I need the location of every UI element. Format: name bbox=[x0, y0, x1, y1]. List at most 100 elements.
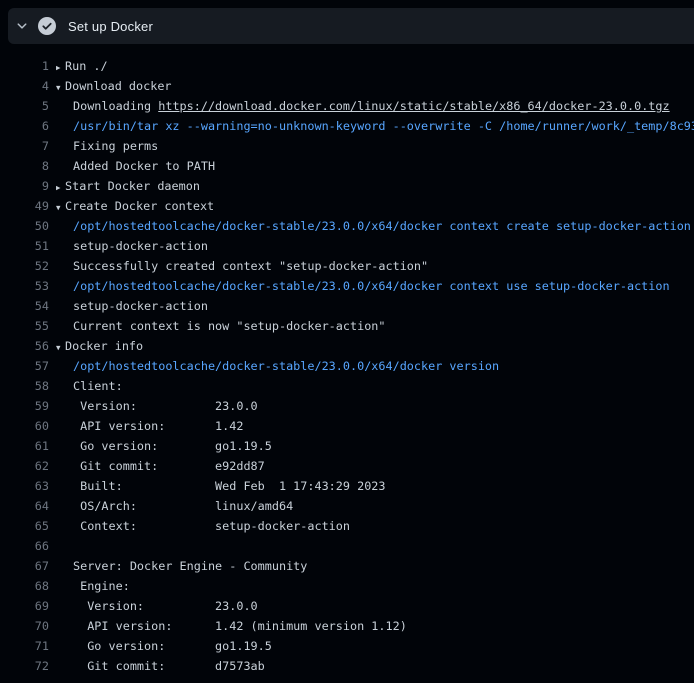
log-command-text: /opt/hostedtoolcache/docker-stable/23.0.… bbox=[73, 276, 670, 296]
log-text: setup-docker-action bbox=[73, 236, 208, 256]
log-line-number[interactable]: 51 bbox=[0, 236, 49, 256]
log-text: OS/Arch: linux/amd64 bbox=[73, 496, 293, 516]
log-line-number[interactable]: 53 bbox=[0, 276, 49, 296]
log-line-number[interactable]: 71 bbox=[0, 636, 49, 656]
log-line: 65 Context: setup-docker-action bbox=[0, 516, 694, 536]
group-collapsed-triangle-icon: ▶ bbox=[56, 178, 65, 196]
group-expanded-triangle-icon: ▼ bbox=[56, 338, 65, 356]
log-line-number[interactable]: 70 bbox=[0, 616, 49, 636]
log-viewer: 1▶Run ./4▼Download docker5Downloading ht… bbox=[0, 56, 694, 676]
log-line-number[interactable]: 68 bbox=[0, 576, 49, 596]
log-line-number[interactable]: 59 bbox=[0, 396, 49, 416]
step-title: Set up Docker bbox=[68, 19, 153, 34]
step-success-icon bbox=[38, 17, 56, 35]
log-text: Downloading bbox=[73, 99, 158, 113]
log-line-number[interactable]: 1 bbox=[0, 56, 49, 76]
log-line: 50/opt/hostedtoolcache/docker-stable/23.… bbox=[0, 216, 694, 236]
log-group-title: Download docker bbox=[65, 79, 172, 93]
log-text: Context: setup-docker-action bbox=[73, 516, 350, 536]
log-line: 60 API version: 1.42 bbox=[0, 416, 694, 436]
log-line: 6/usr/bin/tar xz --warning=no-unknown-ke… bbox=[0, 116, 694, 136]
log-line: 57/opt/hostedtoolcache/docker-stable/23.… bbox=[0, 356, 694, 376]
log-text: Version: 23.0.0 bbox=[73, 596, 258, 616]
log-line-number[interactable]: 62 bbox=[0, 456, 49, 476]
log-line-number[interactable]: 72 bbox=[0, 656, 49, 676]
log-group-header[interactable]: ▼Download docker bbox=[56, 76, 172, 96]
log-line-number[interactable]: 9 bbox=[0, 176, 49, 196]
log-line: 67Server: Docker Engine - Community bbox=[0, 556, 694, 576]
log-group-title: Docker info bbox=[65, 339, 143, 353]
log-line: 61 Go version: go1.19.5 bbox=[0, 436, 694, 456]
log-group-row: 9 ▶Start Docker daemon bbox=[0, 176, 694, 196]
log-line: 72 Git commit: d7573ab bbox=[0, 656, 694, 676]
log-text: API version: 1.42 bbox=[73, 416, 243, 436]
log-line-number[interactable]: 63 bbox=[0, 476, 49, 496]
log-line: 68 Engine: bbox=[0, 576, 694, 596]
log-text: Engine: bbox=[73, 576, 130, 596]
log-line: 66 bbox=[0, 536, 694, 556]
log-text: Added Docker to PATH bbox=[73, 156, 215, 176]
log-line-number[interactable]: 65 bbox=[0, 516, 49, 536]
log-line-number[interactable]: 58 bbox=[0, 376, 49, 396]
log-text: Current context is now "setup-docker-act… bbox=[73, 316, 386, 336]
log-line: 54 setup-docker-action bbox=[0, 296, 694, 316]
group-expanded-triangle-icon: ▼ bbox=[56, 198, 65, 216]
log-group-header[interactable]: ▼Create Docker context bbox=[56, 196, 214, 216]
log-line: 70 API version: 1.42 (minimum version 1.… bbox=[0, 616, 694, 636]
log-group-row: 1 ▶Run ./ bbox=[0, 56, 694, 76]
log-text: Git commit: e92dd87 bbox=[73, 456, 265, 476]
log-command-text: /opt/hostedtoolcache/docker-stable/23.0.… bbox=[73, 216, 691, 236]
group-expanded-triangle-icon: ▼ bbox=[56, 78, 65, 96]
log-command-text: /opt/hostedtoolcache/docker-stable/23.0.… bbox=[73, 356, 499, 376]
log-text: Git commit: d7573ab bbox=[73, 656, 265, 676]
actions-log-page: { "step": { "title": "Set up Docker", "s… bbox=[0, 0, 694, 683]
log-line-number[interactable]: 4 bbox=[0, 76, 49, 96]
log-text: setup-docker-action bbox=[73, 296, 208, 316]
log-line: 58 Client: bbox=[0, 376, 694, 396]
log-line: 53/opt/hostedtoolcache/docker-stable/23.… bbox=[0, 276, 694, 296]
step-header[interactable]: Set up Docker bbox=[8, 8, 694, 44]
log-text: API version: 1.42 (minimum version 1.12) bbox=[73, 616, 407, 636]
log-group-title: Create Docker context bbox=[65, 199, 214, 213]
log-line-number[interactable]: 66 bbox=[0, 536, 49, 556]
log-line-number[interactable]: 8 bbox=[0, 156, 49, 176]
log-line-number[interactable]: 67 bbox=[0, 556, 49, 576]
log-text: Go version: go1.19.5 bbox=[73, 436, 272, 456]
log-group-header[interactable]: ▶Start Docker daemon bbox=[56, 176, 200, 196]
log-group-header[interactable]: ▼Docker info bbox=[56, 336, 143, 356]
log-line: 64 OS/Arch: linux/amd64 bbox=[0, 496, 694, 516]
log-group-header[interactable]: ▶Run ./ bbox=[56, 56, 108, 76]
log-line-number[interactable]: 69 bbox=[0, 596, 49, 616]
log-text: Go version: go1.19.5 bbox=[73, 636, 272, 656]
log-line: 71 Go version: go1.19.5 bbox=[0, 636, 694, 656]
log-text: Built: Wed Feb 1 17:43:29 2023 bbox=[73, 476, 386, 496]
log-line-number[interactable]: 5 bbox=[0, 96, 49, 116]
log-line-number[interactable]: 56 bbox=[0, 336, 49, 356]
log-text: Downloading https://download.docker.com/… bbox=[73, 96, 670, 116]
log-line-number[interactable]: 60 bbox=[0, 416, 49, 436]
log-line: 55 Current context is now "setup-docker-a… bbox=[0, 316, 694, 336]
log-line: 52 Successfully created context "setup-do… bbox=[0, 256, 694, 276]
log-line-number[interactable]: 7 bbox=[0, 136, 49, 156]
log-line: 7 Fixing perms bbox=[0, 136, 694, 156]
log-line-number[interactable]: 64 bbox=[0, 496, 49, 516]
log-line: 63 Built: Wed Feb 1 17:43:29 2023 bbox=[0, 476, 694, 496]
log-line: 69 Version: 23.0.0 bbox=[0, 596, 694, 616]
log-line-number[interactable]: 49 bbox=[0, 196, 49, 216]
log-line-number[interactable]: 55 bbox=[0, 316, 49, 336]
log-group-row: 56 ▼Docker info bbox=[0, 336, 694, 356]
log-line-number[interactable]: 54 bbox=[0, 296, 49, 316]
log-line-number[interactable]: 52 bbox=[0, 256, 49, 276]
log-text: Client: bbox=[73, 376, 123, 396]
log-link[interactable]: https://download.docker.com/linux/static… bbox=[158, 99, 669, 113]
log-text: Successfully created context "setup-dock… bbox=[73, 256, 428, 276]
log-line-number[interactable]: 57 bbox=[0, 356, 49, 376]
log-group-title: Run ./ bbox=[65, 59, 108, 73]
log-line-number[interactable]: 50 bbox=[0, 216, 49, 236]
log-line-number[interactable]: 6 bbox=[0, 116, 49, 136]
log-text: Fixing perms bbox=[73, 136, 158, 156]
log-text: Version: 23.0.0 bbox=[73, 396, 258, 416]
log-line-number[interactable]: 61 bbox=[0, 436, 49, 456]
log-line: 59 Version: 23.0.0 bbox=[0, 396, 694, 416]
log-command-text: /usr/bin/tar xz --warning=no-unknown-key… bbox=[73, 116, 694, 136]
